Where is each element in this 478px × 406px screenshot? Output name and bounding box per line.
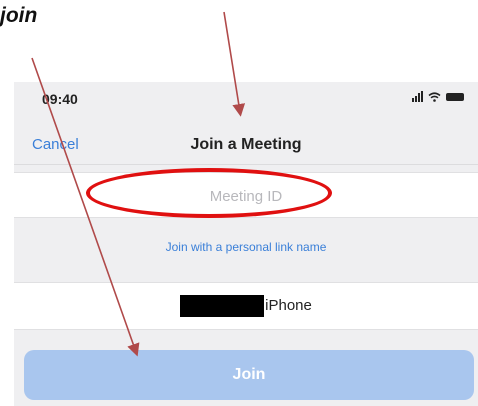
arrow-to-join-button [31,57,140,357]
arrow-to-title [223,11,246,117]
annotation-arrows [31,11,246,357]
